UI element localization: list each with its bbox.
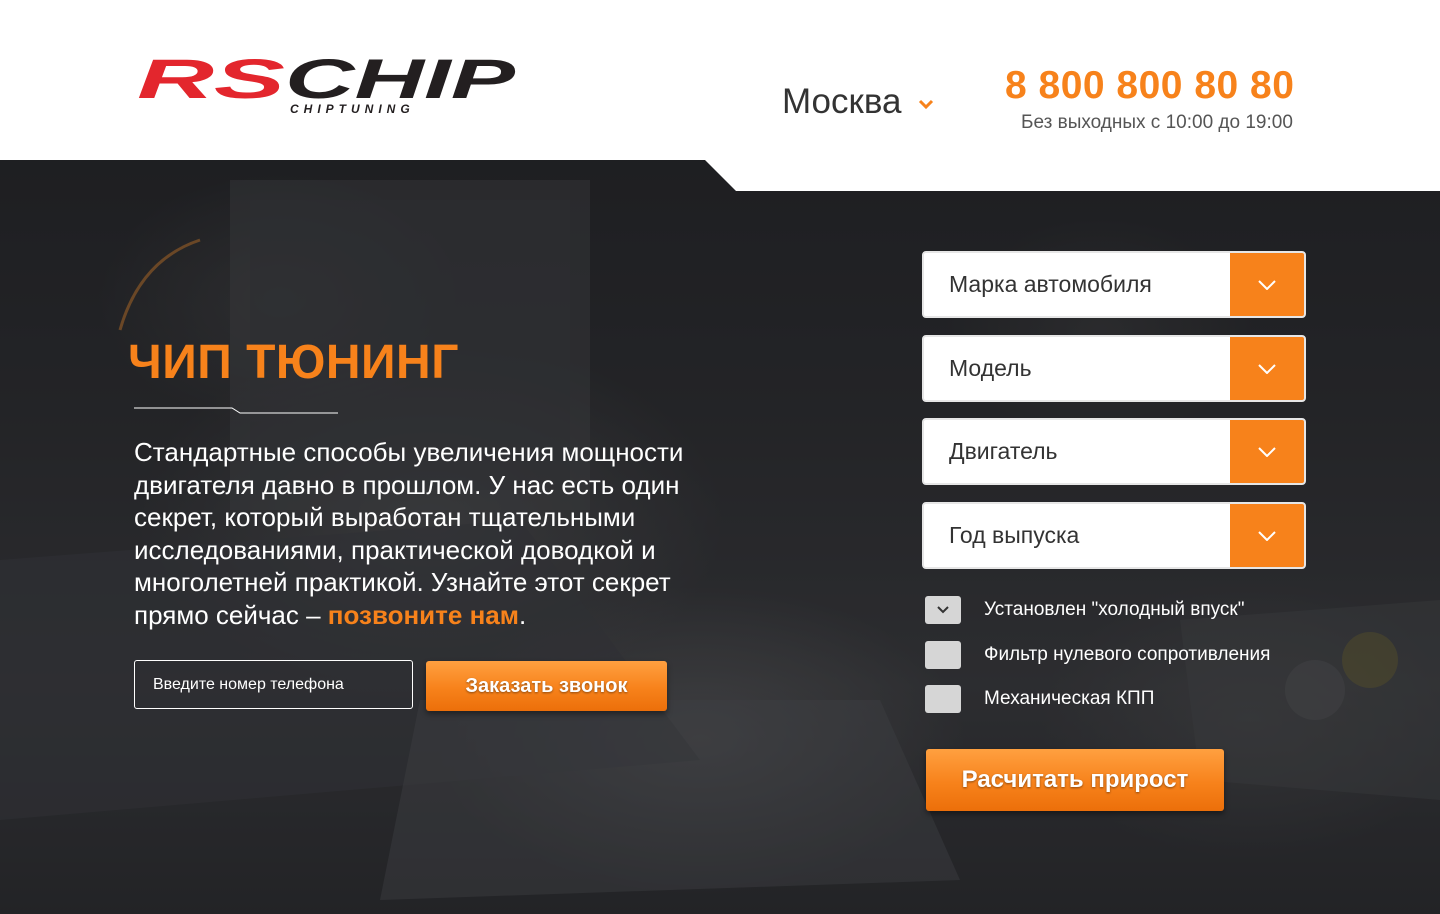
svg-text:CHIPTUNING: CHIPTUNING <box>290 102 415 116</box>
order-call-button[interactable]: Заказать звонок <box>426 661 667 711</box>
checkbox-label: Установлен "холодный впуск" <box>984 599 1245 620</box>
checkbox-label: Механическая КПП <box>984 688 1155 709</box>
engine-select[interactable]: Двигатель <box>922 418 1306 485</box>
cold-intake-checkbox[interactable]: Установлен "холодный впуск" <box>925 596 1244 624</box>
city-name: Москва <box>782 82 902 121</box>
chevron-down-icon <box>1258 279 1276 290</box>
header-phone[interactable]: 8 800 800 80 80 <box>1005 64 1294 108</box>
working-hours: Без выходных с 10:00 до 19:00 <box>1021 112 1293 133</box>
select-label: Модель <box>949 355 1032 381</box>
svg-text:RS: RS <box>137 54 285 110</box>
select-arrow <box>1230 420 1304 483</box>
checkmark-icon <box>937 606 949 614</box>
checkbox[interactable] <box>925 596 961 624</box>
car-model-select[interactable]: Модель <box>922 335 1306 402</box>
checkbox-label: Фильтр нулевого сопротивления <box>984 644 1271 665</box>
year-select[interactable]: Год выпуска <box>922 502 1306 569</box>
calculate-button[interactable]: Расчитать прирост <box>926 749 1224 811</box>
manual-gearbox-checkbox[interactable]: Механическая КПП <box>925 685 1154 713</box>
chevron-down-icon <box>918 99 933 109</box>
description-end: . <box>518 599 527 630</box>
title-divider <box>134 407 338 414</box>
phone-input[interactable] <box>134 660 413 709</box>
rschip-logo[interactable]: RS CHIP CHIPTUNING <box>135 54 519 116</box>
chevron-down-icon <box>1258 530 1276 541</box>
car-brand-select[interactable]: Марка автомобиля <box>922 251 1306 318</box>
checkbox[interactable] <box>925 685 961 713</box>
select-label: Двигатель <box>949 438 1058 464</box>
checkbox[interactable] <box>925 641 961 669</box>
call-us-link[interactable]: позвоните нам <box>328 600 519 630</box>
select-label: Марка автомобиля <box>949 271 1152 297</box>
select-arrow <box>1230 253 1304 316</box>
hero-description: Стандартные способы увеличения мощности … <box>134 436 724 631</box>
zero-filter-checkbox[interactable]: Фильтр нулевого сопротивления <box>925 641 1270 669</box>
city-selector[interactable]: Москва <box>782 82 934 122</box>
select-arrow <box>1230 504 1304 567</box>
select-label: Год выпуска <box>949 522 1080 548</box>
select-arrow <box>1230 337 1304 400</box>
chevron-down-icon <box>1258 363 1276 374</box>
chevron-down-icon <box>1258 446 1276 457</box>
hero-title: ЧИП ТЮНИНГ <box>128 336 459 389</box>
